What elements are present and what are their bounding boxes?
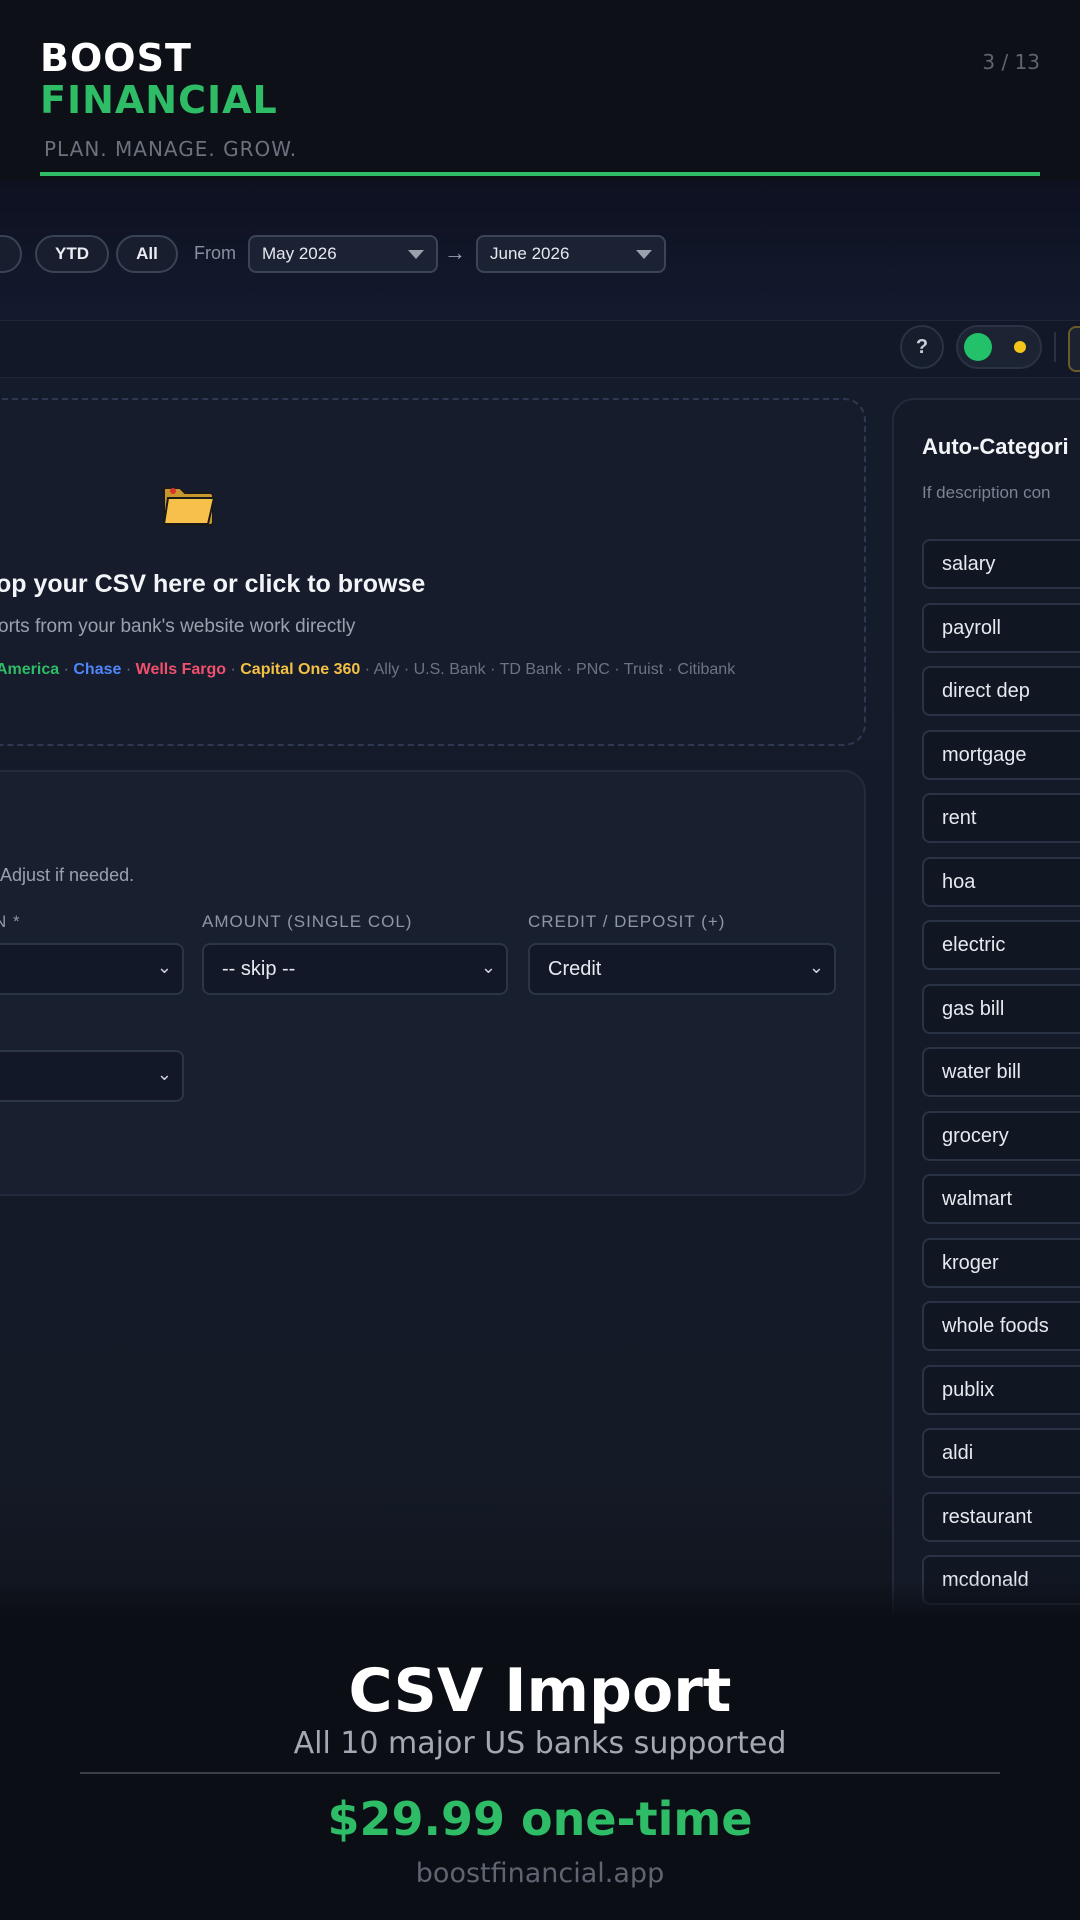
screenshot-fade xyxy=(0,1580,1080,1620)
keyword-input[interactable]: rent xyxy=(922,793,1080,843)
feature-subtitle: All 10 major US banks supported xyxy=(293,1726,787,1761)
keyword-input[interactable]: kroger xyxy=(922,1238,1080,1288)
feature-title: CSV Import xyxy=(348,1656,732,1726)
extra-column-select[interactable]: ⌄ xyxy=(0,1050,184,1102)
from-month-value: May 2026 xyxy=(262,244,337,263)
from-label: From xyxy=(194,243,236,263)
keyword-input[interactable]: mortgage xyxy=(922,730,1080,780)
folder-icon xyxy=(162,487,216,526)
auto-categorize-hint: If description con xyxy=(922,483,1051,502)
column-label: CREDIT / DEPOSIT (+) xyxy=(528,912,726,931)
app-screenshot: s YTD All From May 2026 → June 2026 ? op… xyxy=(0,180,1080,1620)
bank-name: Capital One 360 xyxy=(240,661,361,678)
chevron-down-icon: ⌄ xyxy=(156,1064,172,1084)
brand-tagline: PLAN. MANAGE. GROW. xyxy=(44,137,298,161)
period-button-all[interactable]: All xyxy=(116,235,178,273)
brand-name-line2: FINANCIAL xyxy=(40,78,278,122)
period-button-ytd[interactable]: YTD xyxy=(35,235,109,273)
keyword-input[interactable]: gas bill xyxy=(922,984,1080,1034)
chevron-down-icon: ⌄ xyxy=(156,957,172,977)
drop-zone-subtitle: orts from your bank's website work direc… xyxy=(0,616,356,637)
status-toggle[interactable] xyxy=(956,325,1042,369)
keyword-input[interactable]: payroll xyxy=(922,603,1080,653)
credit-column-select[interactable]: Credit ⌄ xyxy=(528,943,836,995)
column-label: AMOUNT (SINGLE COL) xyxy=(202,912,413,931)
description-column-select[interactable]: n ⌄ xyxy=(0,943,184,995)
keyword-input[interactable]: restaurant xyxy=(922,1492,1080,1542)
status-dot xyxy=(1014,341,1026,353)
keyword-input[interactable]: hoa xyxy=(922,857,1080,907)
chevron-down-icon: ⌄ xyxy=(480,957,496,977)
keyword-input[interactable]: publix xyxy=(922,1365,1080,1415)
keyword-input[interactable]: salary xyxy=(922,539,1080,589)
mapping-hint: Adjust if needed. xyxy=(0,865,135,885)
promo-header: BOOST FINANCIAL PLAN. MANAGE. GROW. 3 / … xyxy=(0,0,1080,180)
keyword-input[interactable]: aldi xyxy=(922,1428,1080,1478)
drop-zone-title: op your CSV here or click to browse xyxy=(0,570,426,598)
website-url: boostfinancial.app xyxy=(415,1858,665,1889)
chevron-down-icon: ⌄ xyxy=(808,957,824,977)
bank-name: Wells Fargo xyxy=(135,661,227,678)
keyword-input[interactable]: whole foods xyxy=(922,1301,1080,1351)
amount-column-select[interactable]: -- skip -- ⌄ xyxy=(202,943,508,995)
page-counter: 3 / 13 xyxy=(982,50,1040,74)
toolbar-button-partial[interactable] xyxy=(1068,326,1080,372)
bank-name: America xyxy=(0,661,60,678)
toggle-knob xyxy=(964,333,992,361)
keyword-input[interactable]: walmart xyxy=(922,1174,1080,1224)
brand-name-line1: BOOST xyxy=(40,36,192,80)
to-month-value: June 2026 xyxy=(490,244,570,263)
keyword-input[interactable]: water bill xyxy=(922,1047,1080,1097)
other-banks: Ally · U.S. Bank · TD Bank · PNC · Truis… xyxy=(373,661,736,678)
caret-down-icon xyxy=(636,250,652,259)
range-arrow: → xyxy=(444,240,466,265)
toolbar-divider xyxy=(1054,332,1056,362)
column-label: N * xyxy=(0,912,21,931)
footer-divider xyxy=(80,1772,1000,1774)
supported-banks-list: America · Chase · Wells Fargo · Capital … xyxy=(0,661,735,679)
bank-name: Chase xyxy=(73,661,122,678)
promo-footer: CSV Import All 10 major US banks support… xyxy=(0,1620,1080,1920)
keyword-input[interactable]: grocery xyxy=(922,1111,1080,1161)
header-divider xyxy=(40,172,1040,176)
keyword-input[interactable]: electric xyxy=(922,920,1080,970)
auto-categorize-title: Auto-Categori xyxy=(922,434,1069,459)
help-button[interactable]: ? xyxy=(900,325,944,369)
price-label: $29.99 one-time xyxy=(327,1792,753,1846)
to-month-select[interactable]: June 2026 xyxy=(476,235,666,273)
caret-down-icon xyxy=(408,250,424,259)
from-month-select[interactable]: May 2026 xyxy=(248,235,438,273)
keyword-input[interactable]: direct dep xyxy=(922,666,1080,716)
